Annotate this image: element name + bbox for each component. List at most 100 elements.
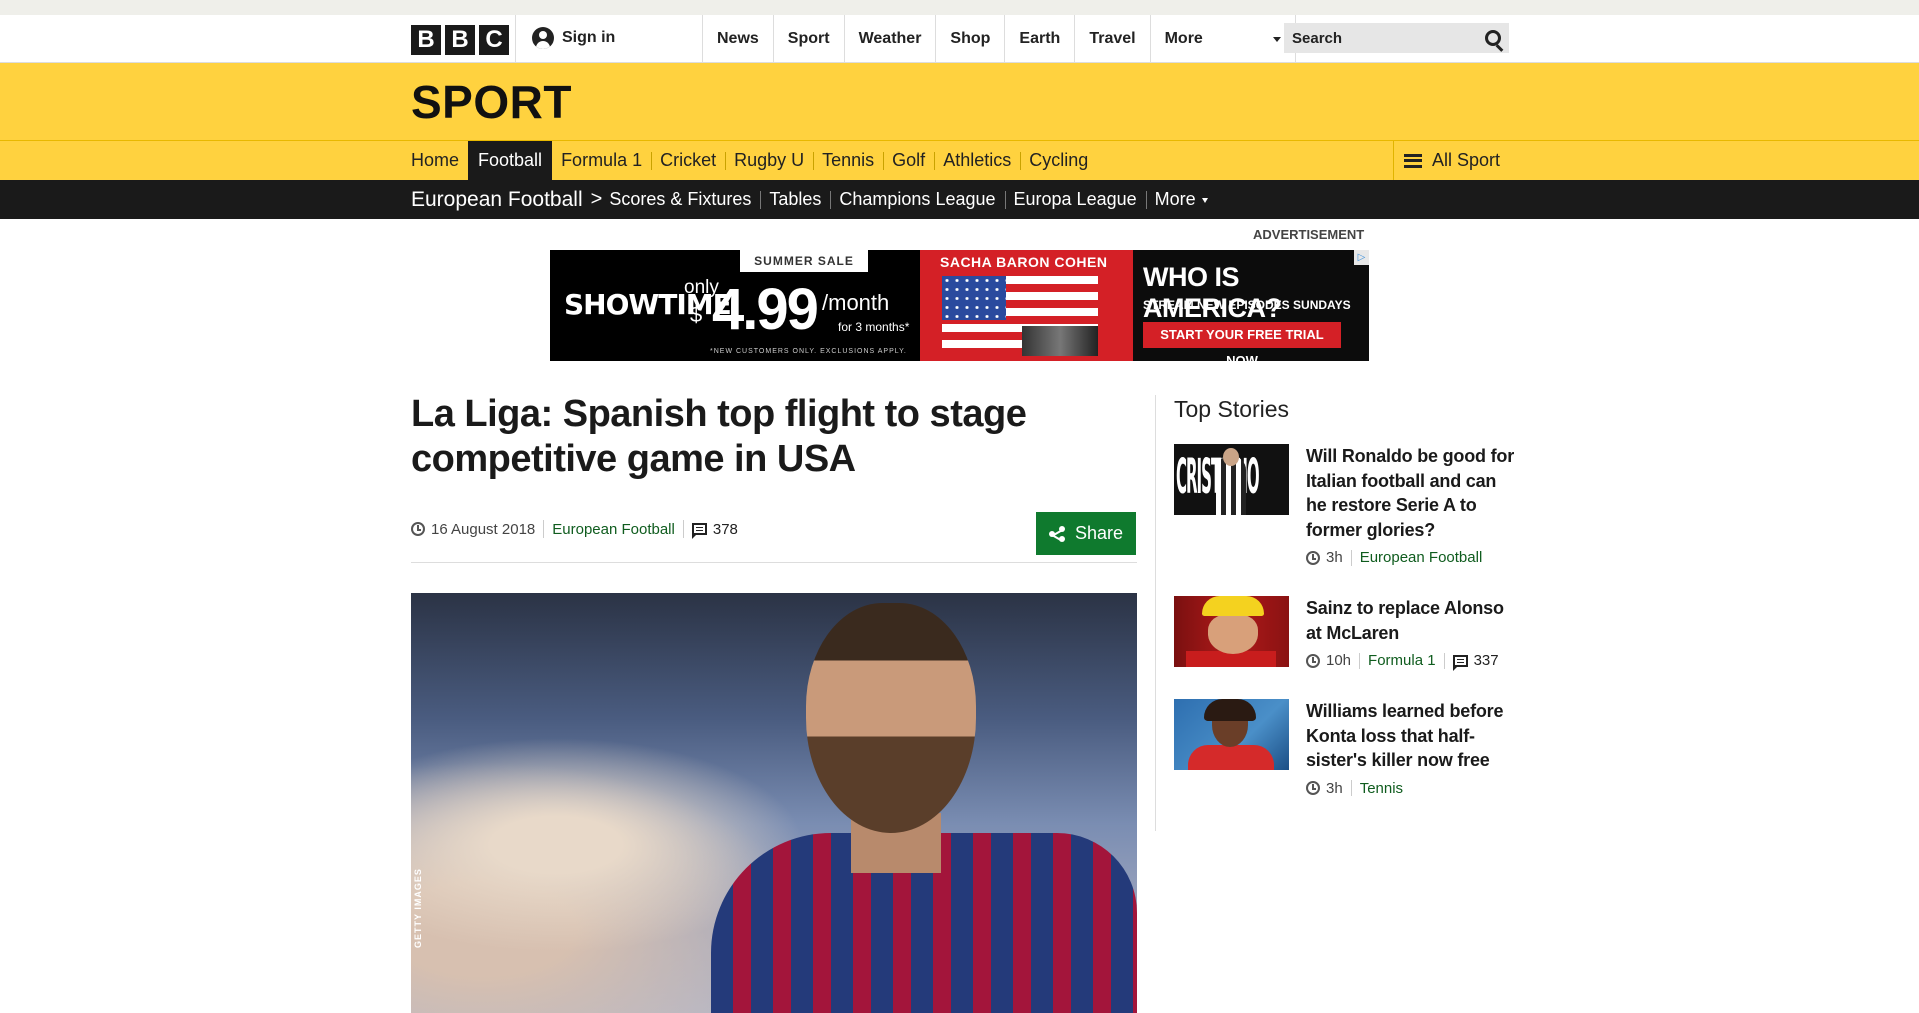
- story-time: 3h: [1326, 779, 1343, 797]
- advert-show-title: WHO IS AMERICA?: [1143, 262, 1282, 323]
- advert-duration: for 3 months*: [838, 320, 910, 334]
- article-category-link[interactable]: European Football: [552, 521, 675, 538]
- sport-nav-cycling[interactable]: Cycling: [1020, 141, 1097, 180]
- advert-currency: $: [690, 302, 703, 327]
- subnav-more-dropdown[interactable]: More: [1145, 189, 1217, 210]
- divider: [1350, 780, 1352, 796]
- advert-stream-text: STREAM NEW EPISODES SUNDAYS: [1143, 298, 1351, 312]
- share-button[interactable]: Share: [1036, 512, 1136, 555]
- nav-sport[interactable]: Sport: [772, 15, 844, 62]
- sign-in-link[interactable]: Sign in: [532, 27, 615, 49]
- subnav-scores-fixtures[interactable]: Scores & Fixtures: [609, 189, 760, 210]
- browser-top-strip: [0, 0, 1919, 15]
- sport-title[interactable]: SPORT: [411, 75, 572, 129]
- sport-nav-athletics[interactable]: Athletics: [934, 141, 1020, 180]
- advert-cta-button[interactable]: START YOUR FREE TRIAL NOW: [1143, 322, 1341, 361]
- clock-icon: [1306, 550, 1320, 565]
- thumb-face: [1223, 448, 1239, 466]
- logo-letter-b1: B: [411, 25, 441, 55]
- subnav-more-label: More: [1154, 189, 1196, 209]
- story-headline[interactable]: Will Ronaldo be good for Italian footbal…: [1306, 444, 1516, 542]
- story-thumbnail[interactable]: [1174, 699, 1289, 770]
- nav-more-label: More: [1164, 29, 1203, 47]
- story-headline[interactable]: Williams learned before Konta loss that …: [1306, 699, 1516, 773]
- global-nav: B B C Sign in News Sport Weather Shop Ea…: [0, 15, 1919, 63]
- thumb-body: [1188, 745, 1274, 770]
- article-meta: 16 August 2018 European Football 378: [411, 520, 738, 539]
- caret-down-icon: [1272, 37, 1281, 42]
- global-nav-links: News Sport Weather Shop Earth Travel Mor…: [702, 15, 1296, 62]
- story-time: 3h: [1326, 549, 1343, 566]
- story-category-link[interactable]: European Football: [1360, 549, 1483, 566]
- story-meta: 3h European Football: [1306, 549, 1516, 566]
- sport-masthead: SPORT Home Football Formula 1 Cricket Ru…: [0, 63, 1919, 180]
- sidebar-divider: [1155, 395, 1156, 831]
- logo-letter-b2: B: [445, 25, 475, 55]
- subnav-europa-league[interactable]: Europa League: [1004, 189, 1146, 210]
- caret-down-icon: [1201, 197, 1208, 203]
- story-thumbnail[interactable]: [1174, 596, 1289, 667]
- share-label: Share: [1074, 523, 1124, 543]
- search-input[interactable]: Search: [1292, 30, 1485, 47]
- clock-icon: [411, 522, 425, 536]
- sign-in-label: Sign in: [562, 29, 616, 46]
- advert-offer-panel: SUMMER SALE SHOWTIME only $ 4.99 /month …: [550, 250, 920, 361]
- clock-icon: [1306, 781, 1320, 795]
- nav-weather[interactable]: Weather: [843, 15, 936, 62]
- nav-more-dropdown[interactable]: More: [1149, 15, 1296, 62]
- section-title[interactable]: European Football: [411, 188, 583, 212]
- sport-nav-home[interactable]: Home: [411, 141, 468, 180]
- nav-earth[interactable]: Earth: [1004, 15, 1074, 62]
- all-sport-label: All Sport: [1432, 150, 1501, 170]
- comments-icon[interactable]: [1452, 654, 1468, 671]
- section-subnav: European Football > Scores & Fixtures Ta…: [0, 180, 1919, 219]
- top-stories-title: Top Stories: [1174, 396, 1290, 422]
- article-main-image: GETTY IMAGES: [411, 593, 1137, 1013]
- comments-icon[interactable]: [691, 523, 707, 539]
- story-comment-count[interactable]: 337: [1474, 652, 1499, 669]
- divider: [515, 15, 516, 62]
- nav-news[interactable]: News: [702, 15, 773, 62]
- adchoices-icon[interactable]: ▷: [1354, 250, 1369, 265]
- divider: [1350, 549, 1352, 566]
- sport-nav-football[interactable]: Football: [468, 141, 553, 180]
- article-comment-count[interactable]: 378: [713, 521, 738, 538]
- subnav-tables[interactable]: Tables: [760, 189, 830, 210]
- story-category-link[interactable]: Formula 1: [1368, 652, 1436, 669]
- sport-nav-rugby-union[interactable]: Rugby U: [725, 141, 813, 180]
- story-meta: 10h Formula 1 337: [1306, 652, 1516, 671]
- advert-show-panel: WHO IS AMERICA? STREAM NEW EPISODES SUND…: [1133, 250, 1369, 361]
- nav-shop[interactable]: Shop: [935, 15, 1004, 62]
- sport-nav-formula-1[interactable]: Formula 1: [552, 141, 651, 180]
- article-date: 16 August 2018: [431, 520, 536, 538]
- thumb-hair: [1204, 699, 1256, 721]
- subnav-champions-league[interactable]: Champions League: [830, 189, 1004, 210]
- menu-icon: [1404, 153, 1422, 168]
- divider: [682, 520, 684, 538]
- share-icon: [1048, 525, 1065, 542]
- story-time: 10h: [1326, 652, 1352, 669]
- search-icon[interactable]: [1485, 30, 1501, 46]
- advert-star-name: SACHA BARON COHEN: [940, 254, 1108, 270]
- story-thumbnail[interactable]: CRISTIANO: [1174, 444, 1289, 515]
- account-icon: [532, 27, 554, 49]
- advert-image-panel: SACHA BARON COHEN: [920, 250, 1133, 361]
- search-box[interactable]: Search: [1284, 23, 1509, 53]
- story-headline[interactable]: Sainz to replace Alonso at McLaren: [1306, 596, 1516, 645]
- bbc-logo[interactable]: B B C: [411, 25, 509, 55]
- image-credit: GETTY IMAGES: [413, 868, 423, 948]
- story-category-link[interactable]: Tennis: [1360, 780, 1403, 797]
- sport-nav-golf[interactable]: Golf: [883, 141, 934, 180]
- advert-sale-tag: SUMMER SALE: [740, 250, 868, 272]
- advert-banner[interactable]: SUMMER SALE SHOWTIME only $ 4.99 /month …: [550, 250, 1369, 361]
- sport-nav: Home Football Formula 1 Cricket Rugby U …: [411, 141, 1097, 180]
- story-meta: 3h Tennis: [1306, 780, 1516, 797]
- divider: [1443, 652, 1445, 669]
- advert-fine-print: *NEW CUSTOMERS ONLY. EXCLUSIONS APPLY.: [710, 348, 907, 355]
- nav-travel[interactable]: Travel: [1074, 15, 1149, 62]
- all-sport-button[interactable]: All Sport: [1393, 141, 1510, 180]
- chevron-right-icon: >: [590, 188, 603, 210]
- sport-nav-cricket[interactable]: Cricket: [651, 141, 725, 180]
- sport-nav-tennis[interactable]: Tennis: [813, 141, 883, 180]
- thumb-cap: [1202, 596, 1264, 616]
